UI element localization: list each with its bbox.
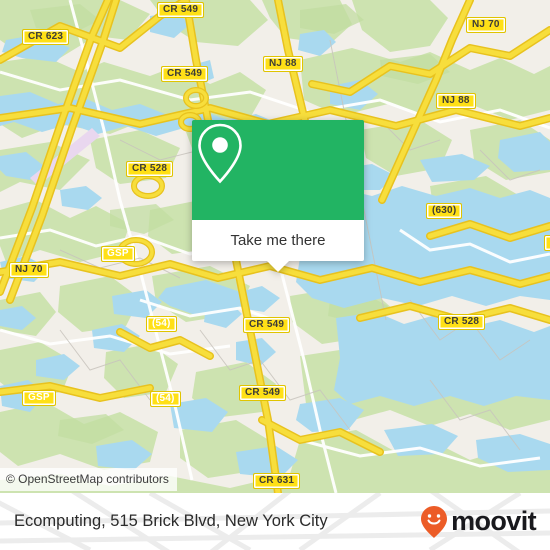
road-shield[interactable]: (54) [146, 316, 177, 332]
osm-attribution[interactable]: © OpenStreetMap contributors [0, 468, 177, 491]
road-shield[interactable]: CR 549 [157, 2, 205, 18]
road-shield[interactable]: (630) [426, 203, 463, 219]
moovit-logo[interactable]: moovit [419, 493, 537, 550]
road-shield[interactable]: CR 528 [438, 314, 486, 330]
location-popup-card[interactable]: Take me there [192, 120, 364, 272]
take-me-there-label: Take me there [230, 232, 326, 249]
moovit-smiley-pin-icon [421, 505, 448, 538]
road-shield[interactable]: NJ 70 [466, 17, 506, 33]
popup-pointer [267, 261, 289, 272]
take-me-there-button[interactable]: Take me there [192, 220, 364, 261]
road-shield[interactable]: NJ 88 [263, 56, 303, 72]
road-shield[interactable]: (54) [150, 391, 181, 407]
road-shield[interactable]: NJ 70 [9, 262, 49, 278]
road-shield[interactable]: CR 528 [126, 161, 174, 177]
road-shield[interactable]: CR 623 [22, 29, 70, 45]
road-shield[interactable]: ( [544, 235, 550, 251]
road-shield[interactable]: GSP [22, 390, 56, 406]
road-shield[interactable]: NJ 88 [436, 93, 476, 109]
page-title: Ecomputing, 515 Brick Blvd, New York Cit… [14, 512, 328, 530]
road-shield[interactable]: CR 549 [161, 66, 209, 82]
map-screenshot: CR 549 NJ 70 CR 623 NJ 88 CR 549 NJ 88 C… [0, 0, 550, 550]
map-pin-icon [198, 123, 242, 184]
moovit-wordmark: moovit [451, 506, 537, 536]
road-shield[interactable]: CR 631 [253, 473, 301, 489]
road-shield[interactable]: GSP [101, 246, 135, 262]
footer-bar: Ecomputing, 515 Brick Blvd, New York Cit… [0, 493, 550, 550]
popup-icon-area [192, 120, 364, 220]
map-canvas[interactable]: CR 549 NJ 70 CR 623 NJ 88 CR 549 NJ 88 C… [0, 0, 550, 493]
road-shield[interactable]: CR 549 [243, 317, 291, 333]
road-shield[interactable]: CR 549 [239, 385, 287, 401]
